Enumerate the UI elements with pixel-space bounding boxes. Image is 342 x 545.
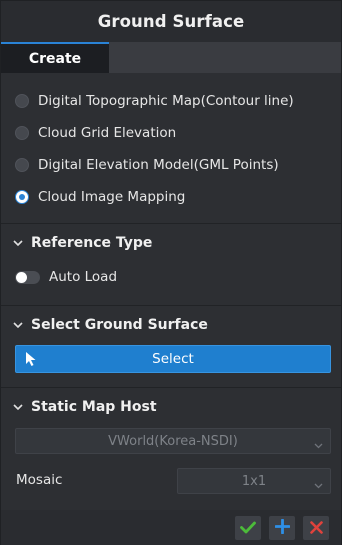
section-title: Static Map Host xyxy=(31,399,157,415)
radio-button-selected[interactable] xyxy=(15,190,29,204)
footer-toolbar xyxy=(1,510,341,545)
section-static-map-host[interactable]: Static Map Host xyxy=(13,397,157,417)
option-label: Digital Topographic Map(Contour line) xyxy=(38,93,294,109)
panel-title: Ground Surface xyxy=(97,12,245,31)
add-button[interactable] xyxy=(269,516,295,540)
cancel-button[interactable] xyxy=(303,516,329,540)
map-host-value: VWorld(Korea-NSDI) xyxy=(108,433,238,449)
mosaic-dropdown[interactable]: 1x1 xyxy=(177,468,331,494)
option-label: Cloud Grid Elevation xyxy=(38,125,177,141)
map-host-dropdown[interactable]: VWorld(Korea-NSDI) xyxy=(15,428,331,454)
cursor-icon xyxy=(25,351,37,371)
chevron-down-icon xyxy=(314,438,323,453)
section-title: Reference Type xyxy=(31,235,153,251)
chevron-down-icon xyxy=(13,402,23,412)
option-contour-map[interactable]: Digital Topographic Map(Contour line) xyxy=(15,90,294,112)
confirm-button[interactable] xyxy=(235,516,261,540)
mosaic-value: 1x1 xyxy=(241,473,267,489)
option-dem-gml-points[interactable]: Digital Elevation Model(GML Points) xyxy=(15,154,279,176)
section-reference-type[interactable]: Reference Type xyxy=(13,233,152,253)
ground-surface-panel: Ground Surface Create Digital Topographi… xyxy=(0,0,342,545)
tab-bar: Create xyxy=(1,42,341,73)
toggle-knob xyxy=(16,271,27,283)
divider xyxy=(1,223,341,224)
select-button-label: Select xyxy=(152,351,194,367)
radio-button[interactable] xyxy=(15,126,29,140)
auto-load-toggle[interactable] xyxy=(15,270,40,284)
chevron-down-icon xyxy=(13,238,23,248)
radio-button[interactable] xyxy=(15,94,29,108)
option-cloud-grid-elevation[interactable]: Cloud Grid Elevation xyxy=(15,122,176,144)
mosaic-label: Mosaic xyxy=(16,472,63,488)
divider xyxy=(1,305,341,306)
option-cloud-image-mapping[interactable]: Cloud Image Mapping xyxy=(15,186,185,208)
tab-create[interactable]: Create xyxy=(1,42,109,73)
divider xyxy=(1,387,341,388)
check-icon xyxy=(240,519,256,538)
chevron-down-icon xyxy=(13,320,23,330)
auto-load-toggle-row[interactable]: Auto Load xyxy=(15,267,117,287)
option-label: Digital Elevation Model(GML Points) xyxy=(38,157,279,173)
option-label: Cloud Image Mapping xyxy=(38,189,186,205)
plus-icon xyxy=(274,518,290,538)
close-icon xyxy=(309,519,323,538)
auto-load-label: Auto Load xyxy=(49,269,118,285)
chevron-down-icon xyxy=(314,478,323,493)
section-title: Select Ground Surface xyxy=(31,317,208,333)
radio-button[interactable] xyxy=(15,158,29,172)
section-select-ground-surface[interactable]: Select Ground Surface xyxy=(13,315,208,335)
title-bar: Ground Surface xyxy=(1,1,341,42)
select-button[interactable]: Select xyxy=(15,345,331,373)
